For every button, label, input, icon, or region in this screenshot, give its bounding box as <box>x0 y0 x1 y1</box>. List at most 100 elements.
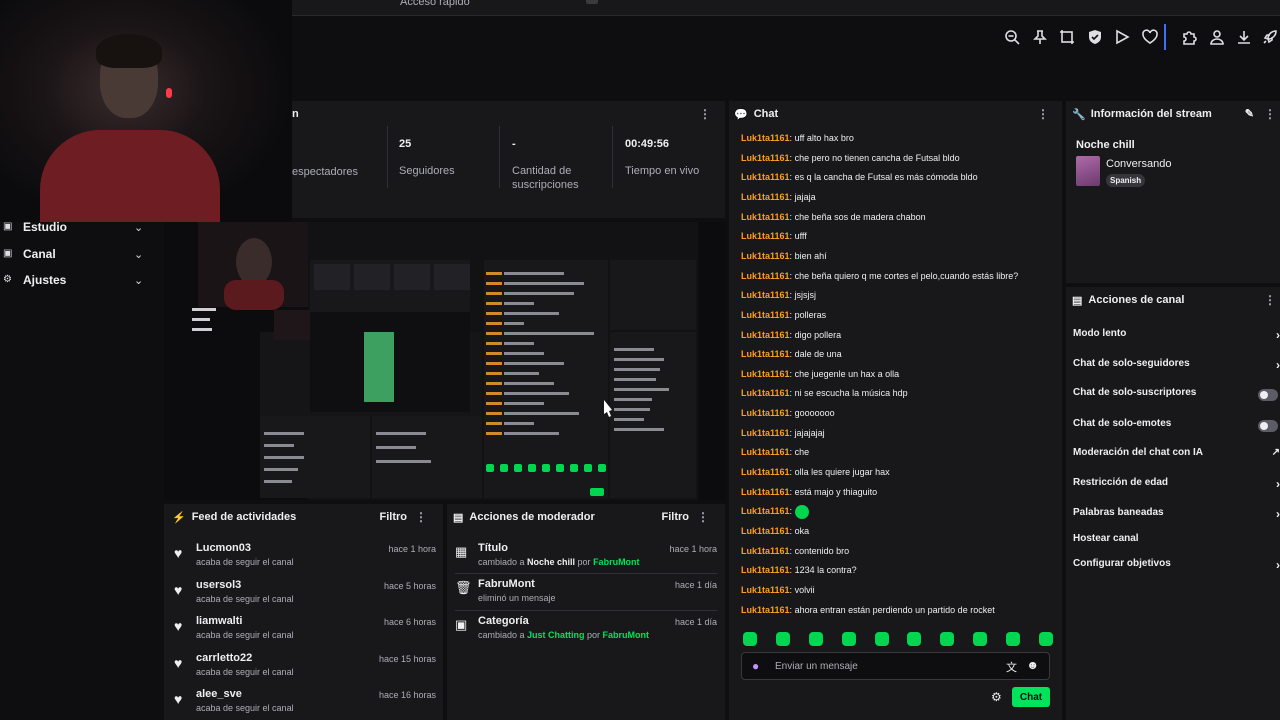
chat-username[interactable]: Luk1ta1161 <box>741 290 790 300</box>
crop-icon[interactable] <box>1056 26 1078 48</box>
feed-action: acaba de seguir el canal <box>196 630 294 640</box>
emote-icon[interactable] <box>1038 632 1053 646</box>
mod-item-time: hace 1 día <box>674 580 717 590</box>
microphone-icon[interactable]: ● <box>752 659 759 673</box>
category-thumbnail[interactable] <box>1076 156 1100 186</box>
stream-preview[interactable] <box>164 222 726 500</box>
chat-username[interactable]: Luk1ta1161 <box>741 369 790 379</box>
chat-username[interactable]: Luk1ta1161 <box>741 231 790 241</box>
emote-icon[interactable] <box>874 632 889 646</box>
tab-close-button[interactable] <box>586 0 598 4</box>
emote-icon[interactable] <box>973 632 988 646</box>
chat-username[interactable]: Luk1ta1161 <box>741 330 790 340</box>
feed-time: hace 15 horas <box>378 654 436 664</box>
feed-user[interactable]: alee_sve <box>196 688 242 700</box>
feed-user[interactable]: liamwalti <box>196 615 242 627</box>
chevron-down-icon: ⌄ <box>134 221 144 234</box>
more-options-icon[interactable]: ⋮ <box>699 107 711 121</box>
more-options-icon[interactable]: ⋮ <box>1037 107 1049 121</box>
chat-username[interactable]: Luk1ta1161 <box>741 212 790 222</box>
category-icon: ▣ <box>455 617 468 632</box>
chat-settings-gear-icon[interactable]: ⚙ <box>991 690 1002 704</box>
chat-username[interactable]: Luk1ta1161 <box>741 467 790 477</box>
chat-username[interactable]: Luk1ta1161 <box>741 506 790 516</box>
more-options-icon[interactable]: ⋮ <box>415 510 427 524</box>
nav-item-ajustes[interactable]: ⚙ Ajustes ⌄ <box>0 267 160 293</box>
feed-user[interactable]: usersol3 <box>196 579 241 591</box>
more-options-icon[interactable]: ⋮ <box>1264 107 1276 121</box>
filter-button[interactable]: Filtro <box>662 511 690 523</box>
emote-icon[interactable] <box>775 632 790 646</box>
emote-icon[interactable] <box>808 632 823 646</box>
chat-username[interactable]: Luk1ta1161 <box>741 428 790 438</box>
panel-title: Acciones de moderador <box>469 511 595 523</box>
puzzle-icon[interactable] <box>1178 26 1200 48</box>
chat-username[interactable]: Luk1ta1161 <box>741 310 790 320</box>
channel-action-banned-words[interactable]: Palabras baneadas › <box>1073 507 1280 525</box>
emote-icon[interactable] <box>1006 632 1020 646</box>
filter-button[interactable]: Filtro <box>380 511 408 523</box>
translate-icon[interactable]: 文 <box>1006 659 1017 675</box>
zoom-out-icon[interactable] <box>1001 26 1023 48</box>
chat-username[interactable]: Luk1ta1161 <box>741 447 790 457</box>
nav-item-estudio[interactable]: ▣ Estudio ⌄ <box>0 214 160 240</box>
chat-username[interactable]: Luk1ta1161 <box>741 271 790 281</box>
category-name[interactable]: Conversando <box>1106 158 1171 170</box>
chat-username[interactable]: Luk1ta1161 <box>741 192 790 202</box>
channel-action-slow-mode[interactable]: Modo lento › <box>1073 328 1280 346</box>
channel-action-age-restriction[interactable]: Restricción de edad › <box>1073 477 1280 495</box>
chat-text: oka <box>794 526 810 536</box>
emote-bar <box>743 632 1053 648</box>
profile-icon[interactable] <box>1206 26 1228 48</box>
chevron-right-icon: › <box>1276 477 1280 491</box>
heart-icon[interactable] <box>1139 26 1161 48</box>
more-options-icon[interactable]: ⋮ <box>697 510 709 524</box>
shield-check-icon[interactable] <box>1084 26 1106 48</box>
feed-user[interactable]: Lucmon03 <box>196 542 251 554</box>
edit-pencil-icon[interactable]: ✎ <box>1245 107 1254 120</box>
pin-icon[interactable] <box>1029 26 1051 48</box>
channel-action-followers-only[interactable]: Chat de solo-seguidores › <box>1073 358 1280 376</box>
chat-username[interactable]: Luk1ta1161 <box>741 546 790 556</box>
wrench-icon: 🔧 <box>1072 108 1086 121</box>
chat-username[interactable]: Luk1ta1161 <box>741 585 790 595</box>
activity-feed-panel: ⚡ Feed de actividades Filtro ⋮ ♥ Lucmon0… <box>164 504 443 720</box>
more-options-icon[interactable]: ⋮ <box>1264 293 1276 307</box>
chat-username[interactable]: Luk1ta1161 <box>741 565 790 575</box>
chat-send-button[interactable]: Chat <box>1012 687 1050 707</box>
feed-user[interactable]: carrletto22 <box>196 652 252 664</box>
chat-username[interactable]: Luk1ta1161 <box>741 526 790 536</box>
stream-title: Noche chill <box>1076 139 1135 151</box>
chat-input[interactable]: ● Enviar un mensaje 文 ☻ <box>741 652 1050 680</box>
chat-username[interactable]: Luk1ta1161 <box>741 408 790 418</box>
emotes-only-toggle[interactable] <box>1258 420 1278 432</box>
mod-item-title: Título <box>478 542 508 554</box>
emote-icon[interactable] <box>907 632 922 646</box>
channel-action-goals[interactable]: Configurar objetivos › <box>1073 558 1280 576</box>
chat-username[interactable]: Luk1ta1161 <box>741 605 790 615</box>
tab-label[interactable]: Acceso rápido <box>400 0 470 8</box>
emote-icon[interactable] <box>841 632 856 646</box>
nav-item-canal[interactable]: ▣ Canal ⌄ <box>0 241 160 267</box>
chat-username[interactable]: Luk1ta1161 <box>741 349 790 359</box>
play-icon[interactable] <box>1111 26 1133 48</box>
emote-icon[interactable] <box>940 632 955 646</box>
channel-action-host[interactable]: Hostear canal <box>1073 533 1280 551</box>
emoji-icon[interactable]: ☻ <box>1026 658 1039 672</box>
chat-separator: : <box>789 506 795 517</box>
chat-username[interactable]: Luk1ta1161 <box>741 251 790 261</box>
chat-username[interactable]: Luk1ta1161 <box>741 487 790 497</box>
subs-only-toggle[interactable] <box>1258 389 1278 401</box>
mod-item-time: hace 1 día <box>674 617 717 627</box>
chat-username[interactable]: Luk1ta1161 <box>741 172 790 182</box>
chat-username[interactable]: Luk1ta1161 <box>741 388 790 398</box>
chat-input-placeholder: Enviar un mensaje <box>775 661 858 672</box>
chat-username[interactable]: Luk1ta1161 <box>741 133 790 143</box>
mod-item-detail: cambiado a Just Chatting por FabruMont <box>478 630 650 640</box>
chat-username[interactable]: Luk1ta1161 <box>741 153 790 163</box>
download-icon[interactable] <box>1233 26 1255 48</box>
rocket-icon[interactable] <box>1259 26 1280 48</box>
emote-icon[interactable] <box>743 632 757 646</box>
channel-action-ai-moderation[interactable]: Moderación del chat con IA ↗ <box>1073 447 1280 465</box>
chat-bubble-icon: 💬 <box>734 108 748 121</box>
